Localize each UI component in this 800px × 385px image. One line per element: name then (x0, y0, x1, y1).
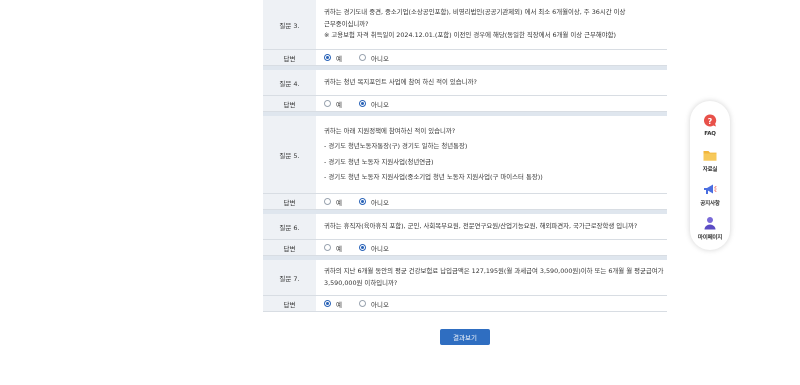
question-label: 질문 7. (263, 260, 316, 295)
answer-options: 예 아니오 (316, 50, 667, 65)
question-line: 귀하는 휴직자(육아휴직 포함), 군인, 사회복무요원, 전문연구요원/산업기… (324, 221, 638, 230)
radio-button[interactable] (358, 54, 366, 61)
radio-button[interactable] (358, 100, 366, 107)
answer-label: 답변 (263, 240, 316, 255)
question-text: 귀하는 경기도내 중견, 중소기업(소상공인포함), 비영리법인(공공기관제외)… (316, 0, 667, 49)
question-line: - 경기도 청년 노동자 지원사업(중소기업 청년 노동자 지원사업(구 마이스… (324, 173, 543, 181)
radio-button[interactable] (358, 198, 366, 205)
question-label: 질문 4. (263, 70, 316, 95)
option-label: 아니오 (370, 244, 389, 253)
option-label: 예 (336, 54, 342, 63)
quick-menu-archive[interactable]: 자료실 (702, 147, 718, 181)
answer-options: 예 아니오 (316, 194, 667, 209)
option-label: 예 (336, 198, 342, 207)
option-no[interactable]: 아니오 (358, 299, 389, 309)
megaphone-icon (703, 184, 717, 194)
question-line: ※ 고용보험 자격 취득일이 2024.12.01.(포함) 이전인 경우에 해… (324, 31, 617, 40)
quick-menu-label: 공지사항 (700, 201, 720, 207)
option-yes[interactable]: 예 (324, 197, 342, 207)
option-yes[interactable]: 예 (324, 299, 342, 309)
option-label: 예 (336, 100, 342, 109)
answer-row-3: 답변 예 아니오 (263, 50, 667, 66)
question-label: 질문 5. (263, 116, 316, 193)
question-text: 귀하의 지난 6개월 동안의 평균 건강보험료 납입금액은 127,195원(월… (316, 260, 672, 295)
svg-text:?: ? (708, 117, 713, 126)
option-label: 아니오 (370, 198, 389, 207)
option-label: 아니오 (370, 100, 389, 109)
option-label: 예 (336, 244, 342, 253)
question-label: 질문 6. (263, 214, 316, 239)
quick-menu-faq[interactable]: ? FAQ (702, 113, 718, 147)
radio-button[interactable] (358, 300, 366, 307)
radio-button[interactable] (358, 244, 366, 251)
quick-menu-label: FAQ (704, 131, 716, 137)
question-text: 귀하는 휴직자(육아휴직 포함), 군인, 사회복무요원, 전문연구요원/산업기… (316, 214, 667, 239)
question-line: 3,590,000원 이하입니까? (324, 278, 398, 287)
option-no[interactable]: 아니오 (358, 99, 389, 109)
question-line: - 경기도 청년 노동자 지원사업(청년연금) (324, 157, 434, 166)
question-line: 귀하의 지난 6개월 동안의 평균 건강보험료 납입금액은 127,195원(월… (324, 267, 664, 275)
question-row-5: 질문 5. 귀하는 아래 지원정책에 참여하신 적이 있습니까? - 경기도 청… (263, 116, 667, 194)
quick-menu: ? FAQ 자료실 공지사항 마이페이지 (690, 101, 730, 250)
answer-row-7: 답변 예 아니오 (263, 296, 667, 312)
question-line: 귀하는 경기도내 중견, 중소기업(소상공인포함), 비영리법인(공공기관제외)… (324, 8, 626, 17)
option-label: 예 (336, 300, 342, 309)
survey-table: 질문 3. 귀하는 경기도내 중견, 중소기업(소상공인포함), 비영리법인(공… (263, 0, 672, 312)
question-line: 귀하는 아래 지원정책에 참여하신 적이 있습니까? (324, 126, 456, 135)
option-label: 아니오 (370, 54, 389, 63)
option-label: 아니오 (370, 300, 389, 309)
radio-button[interactable] (324, 54, 331, 61)
option-yes[interactable]: 예 (324, 99, 342, 109)
quick-menu-mypage[interactable]: 마이페이지 (698, 215, 722, 249)
radio-button[interactable] (324, 244, 331, 251)
question-text: 귀하는 아래 지원정책에 참여하신 적이 있습니까? - 경기도 청년노동자통장… (316, 116, 667, 193)
radio-button[interactable] (324, 300, 331, 307)
option-no[interactable]: 아니오 (358, 53, 389, 63)
answer-options: 예 아니오 (316, 240, 667, 255)
radio-button[interactable] (324, 100, 331, 107)
question-line: 귀하는 청년 복지포인트 사업에 참여 하신 적이 있습니까? (324, 77, 477, 86)
answer-row-4: 답변 예 아니오 (263, 96, 667, 112)
answer-row-5: 답변 예 아니오 (263, 194, 667, 210)
question-text: 귀하는 청년 복지포인트 사업에 참여 하신 적이 있습니까? (316, 70, 667, 95)
question-label: 질문 3. (263, 0, 316, 49)
view-result-button[interactable]: 결과보기 (440, 329, 490, 345)
answer-label: 답변 (263, 50, 316, 65)
question-line: - 경기도 청년노동자통장(구) 경기도 일하는 청년통장) (324, 142, 468, 150)
option-yes[interactable]: 예 (324, 243, 342, 253)
quick-menu-label: 마이페이지 (697, 235, 723, 241)
answer-options: 예 아니오 (316, 96, 667, 111)
folder-icon (703, 151, 717, 161)
faq-icon: ? (703, 114, 717, 127)
question-row-3: 질문 3. 귀하는 경기도내 중견, 중소기업(소상공인포함), 비영리법인(공… (263, 0, 667, 50)
option-yes[interactable]: 예 (324, 53, 342, 63)
person-icon (704, 217, 716, 230)
question-line: 근무중이십니까? (324, 19, 369, 28)
question-row-4: 질문 4. 귀하는 청년 복지포인트 사업에 참여 하신 적이 있습니까? (263, 70, 667, 96)
option-no[interactable]: 아니오 (358, 243, 389, 253)
answer-label: 답변 (263, 96, 316, 111)
answer-label: 답변 (263, 296, 316, 311)
answer-label: 답변 (263, 194, 316, 209)
quick-menu-label: 자료실 (702, 167, 718, 173)
answer-options: 예 아니오 (316, 296, 667, 311)
answer-row-6: 답변 예 아니오 (263, 240, 667, 256)
radio-button[interactable] (324, 198, 331, 205)
quick-menu-notice[interactable]: 공지사항 (700, 181, 720, 215)
question-row-6: 질문 6. 귀하는 휴직자(육아휴직 포함), 군인, 사회복무요원, 전문연구… (263, 214, 667, 240)
question-row-7: 질문 7. 귀하의 지난 6개월 동안의 평균 건강보험료 납입금액은 127,… (263, 260, 672, 296)
option-no[interactable]: 아니오 (358, 197, 389, 207)
